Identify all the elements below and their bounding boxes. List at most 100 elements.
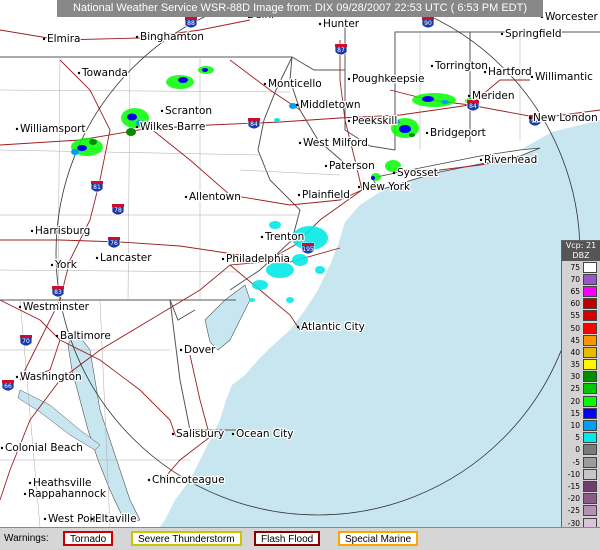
city-label: Hartford	[488, 66, 532, 78]
city-dot	[295, 103, 299, 107]
city-label: Bridgeport	[430, 127, 486, 139]
city-label: Willimantic	[535, 71, 593, 83]
legend-row: -15	[562, 480, 600, 492]
city-dot	[298, 141, 302, 145]
interstate-number: 195	[302, 246, 314, 253]
warnings-bar: Warnings: Tornado Severe Thunderstorm Fl…	[0, 527, 600, 550]
legend-swatch	[583, 346, 597, 358]
legend-row: 55	[562, 310, 600, 322]
legend-row: -10	[562, 468, 600, 480]
interstate-shield: 195	[301, 242, 315, 255]
interstate-number: 83	[54, 289, 62, 296]
legend-row: 10	[562, 419, 600, 432]
city-label: Williamsport	[20, 123, 85, 135]
interstate-number: 84	[250, 121, 258, 128]
city-dot	[221, 257, 225, 261]
radar-frame: 889087848495817876195837066 DelhiHunterW…	[0, 0, 600, 550]
interstate-number: 70	[22, 338, 30, 345]
city-label: Poughkeepsie	[352, 73, 425, 85]
city-label: Paterson	[329, 160, 375, 172]
city-dot	[483, 70, 487, 74]
city-label: Plainfield	[302, 189, 350, 201]
warning-severe-thunderstorm[interactable]: Severe Thunderstorm	[131, 531, 242, 546]
city-dot	[425, 131, 429, 135]
interstate-shield: 70	[19, 334, 33, 347]
interstate-shield: 88	[184, 16, 198, 29]
city-dot	[263, 82, 267, 86]
legend-row: 65	[562, 285, 600, 297]
dbz-legend: Vcp: 21 DBZ 75 70 65 60 55 50 45 40 35 30 25 20 15 10…	[561, 240, 600, 543]
legend-value: 50	[570, 323, 580, 333]
legend-value: 40	[570, 347, 580, 357]
city-label: Dover	[184, 344, 216, 356]
city-dot	[23, 492, 27, 496]
legend-swatch	[583, 273, 597, 285]
legend-value: 20	[570, 396, 580, 406]
city-label: Elmira	[47, 33, 80, 45]
city-dot	[95, 256, 99, 260]
city-dot	[42, 37, 46, 41]
legend-value: 0	[575, 445, 580, 455]
city-dot	[357, 185, 361, 189]
legend-swatch	[583, 480, 597, 492]
city-label: Riverhead	[484, 154, 537, 166]
city-label: Atlantic City	[301, 321, 365, 333]
city-dot	[296, 325, 300, 329]
legend-rows: 75 70 65 60 55 50 45 40 35 30 25 20 15 10 5 0 -5 -10 -15 -2…	[562, 261, 600, 541]
city-dot	[392, 171, 396, 175]
radar-map: 889087848495817876195837066 DelhiHunterW…	[0, 0, 600, 528]
city-dot	[15, 375, 19, 379]
city-dot	[43, 517, 47, 521]
warning-special-marine[interactable]: Special Marine	[338, 531, 419, 546]
city-label: Lancaster	[100, 252, 152, 264]
city-dot	[135, 125, 139, 129]
legend-value: 70	[570, 274, 580, 284]
legend-swatch	[583, 310, 597, 322]
legend-row: 30	[562, 371, 600, 383]
city-dot	[324, 164, 328, 168]
warning-tornado[interactable]: Tornado	[63, 531, 114, 546]
city-dot	[0, 446, 4, 450]
legend-swatch	[583, 456, 597, 468]
city-label: Monticello	[268, 78, 322, 90]
city-dot	[160, 109, 164, 113]
legend-row: 20	[562, 395, 600, 407]
legend-value: 25	[570, 384, 580, 394]
city-dot	[28, 481, 32, 485]
city-label: Westminster	[23, 301, 90, 313]
legend-value: 75	[570, 262, 580, 272]
city-label: Middletown	[300, 99, 360, 111]
city-dot	[30, 229, 34, 233]
interstate-number: 87	[337, 47, 345, 54]
legend-swatch	[583, 261, 597, 273]
city-dot	[50, 263, 54, 267]
city-dot	[90, 517, 94, 521]
city-dot	[55, 334, 59, 338]
city-dot	[171, 432, 175, 436]
legend-value: 45	[570, 335, 580, 345]
warning-flash-flood[interactable]: Flash Flood	[254, 531, 321, 546]
city-label: Springfield	[505, 28, 562, 40]
interstate-number: 66	[4, 383, 12, 390]
legend-value: 35	[570, 360, 580, 370]
legend-swatch	[583, 493, 597, 505]
legend-row: 75	[562, 261, 600, 273]
legend-row: 50	[562, 322, 600, 334]
legend-row: 60	[562, 298, 600, 310]
interstate-number: 78	[114, 207, 122, 214]
vcp-label: Vcp: 21	[562, 241, 600, 251]
legend-swatch	[583, 285, 597, 297]
interstate-shield: 87	[334, 43, 348, 56]
city-label: Towanda	[81, 67, 128, 79]
city-label: Syosset	[397, 167, 438, 179]
legend-swatch	[583, 407, 597, 419]
city-label: Harrisburg	[35, 225, 90, 237]
city-label: Torrington	[434, 60, 488, 72]
city-label: New London	[533, 112, 598, 124]
interstate-number: 81	[93, 184, 101, 191]
city-dot	[18, 305, 22, 309]
city-label: West Milford	[303, 137, 368, 149]
city-label: Eltaville	[95, 513, 137, 525]
interstate-number: 88	[187, 20, 195, 27]
warnings-label: Warnings:	[4, 533, 49, 544]
